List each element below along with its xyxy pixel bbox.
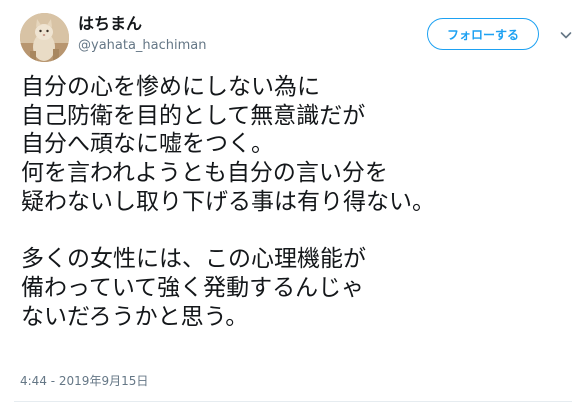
tweet-card: はちまん @yahata_hachiman フォローする 自分の心を惨めにしない… <box>0 0 586 406</box>
tweet-text-line: 自分の心を惨めにしない為に <box>21 74 320 100</box>
cat-avatar-icon <box>20 13 69 62</box>
display-name[interactable]: はちまん <box>78 14 142 34</box>
tweet-text-line: 備わっていて強く発動するんじゃ <box>21 274 365 301</box>
divider <box>14 401 572 402</box>
tweet-text-line: ないだろうかと思う。 <box>21 303 249 330</box>
tweet-text-line: 疑わないし取り下げる事は有り得ない。 <box>21 188 435 215</box>
tweet-text-line <box>21 216 571 245</box>
tweet-text-line: 自分へ頑なに嘘をつく。 <box>21 131 274 158</box>
tweet-text: 自分の心を惨めにしない為に 自己防衛を目的として無意識だが 自分へ頑なに嘘をつく… <box>21 73 571 331</box>
user-handle[interactable]: @yahata_hachiman <box>78 37 207 55</box>
avatar[interactable] <box>20 13 69 62</box>
follow-button[interactable]: フォローする <box>427 18 539 50</box>
tweet-text-line: 何を言われようとも自分の言い分を <box>21 160 388 187</box>
tweet-text-line: 多くの女性には、この心理機能が <box>21 246 366 273</box>
tweet-text-line: 自己防衛を目的として無意識だが <box>21 102 366 129</box>
chevron-down-icon[interactable] <box>559 27 573 41</box>
tweet-timestamp[interactable]: 4:44 - 2019年9月15日 <box>20 373 148 389</box>
